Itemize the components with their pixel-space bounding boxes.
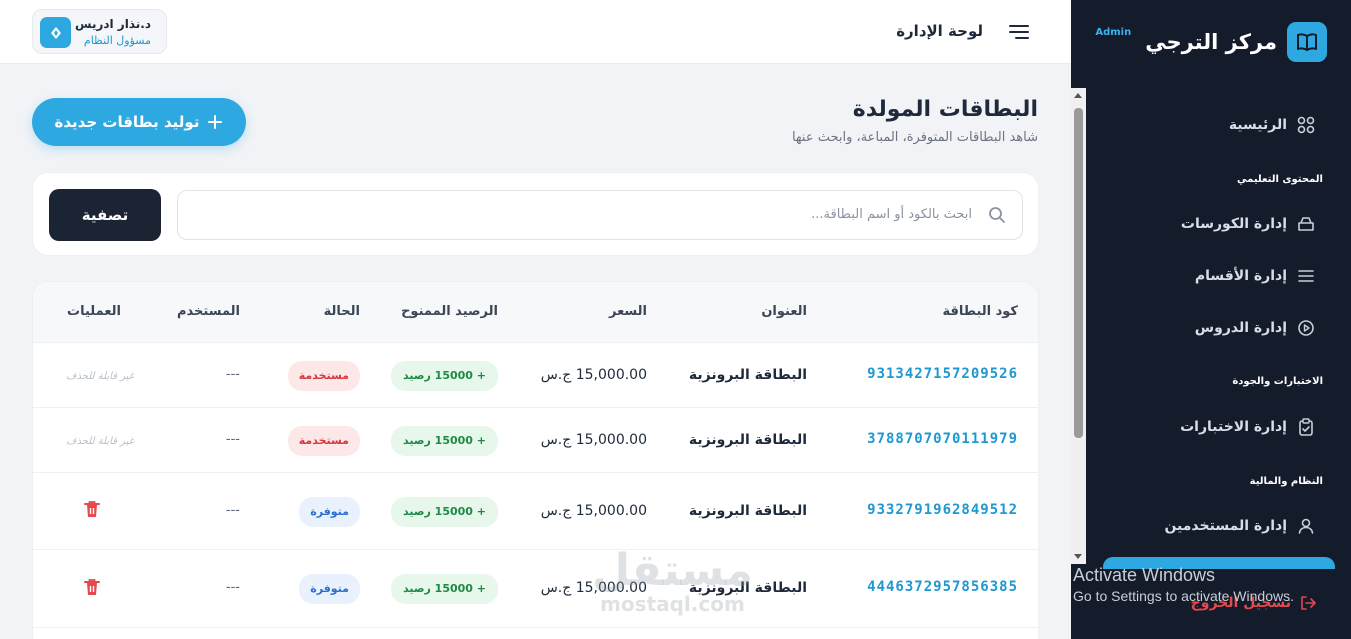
table-header: كود البطاقة العنوان السعر الرصيد الممنوح… [33, 282, 1038, 343]
sidebar-item-lessons[interactable]: إدارة الدروس [1195, 319, 1315, 337]
sidebar-item-courses[interactable]: إدارة الكورسات [1181, 215, 1315, 233]
top-bar: د.نذار ادريس مسؤول النظام لوحة الإدارة [0, 0, 1071, 64]
brand[interactable]: مركز الترجي Admin [1095, 22, 1327, 62]
grid-icon [1297, 116, 1315, 134]
sidebar-item-label: الرئيسية [1228, 117, 1287, 133]
card-user: --- [225, 503, 240, 518]
not-deletable-text: غير قابلة للحذف [66, 436, 134, 447]
sidebar-item-label: إدارة المستخدمين [1164, 518, 1287, 534]
card-user: --- [225, 432, 240, 447]
sidebar-item-users[interactable]: إدارة المستخدمين [1164, 517, 1315, 535]
page-heading: لوحة الإدارة [896, 22, 983, 40]
list-icon [1298, 270, 1314, 282]
table-row: 9332791962849512 البطاقة البرونزية 15,00… [33, 473, 1038, 550]
card-title: البطاقة البرونزية [688, 367, 807, 383]
scroll-up-icon[interactable] [1074, 93, 1082, 98]
active-highlight [1103, 557, 1335, 569]
table-row: 3788707070111979 البطاقة البرونزية 15,00… [33, 408, 1038, 473]
scroll-thumb[interactable] [1074, 108, 1083, 438]
col-status: الحالة [323, 304, 360, 319]
avatar [40, 17, 71, 48]
cards-table: كود البطاقة العنوان السعر الرصيد الممنوح… [32, 281, 1039, 639]
sidebar-item-home[interactable]: الرئيسية [1229, 116, 1315, 134]
card-code[interactable]: 9332791962849512 [867, 502, 1018, 518]
balance-badge: + 15000 رصيد [391, 574, 498, 604]
sidebar-scrollbar[interactable] [1071, 88, 1086, 564]
card-user: --- [225, 580, 240, 595]
generate-cards-button[interactable]: توليد بطاقات جديدة [32, 98, 246, 146]
logout-icon [1301, 596, 1316, 610]
search-input[interactable]: ابحث بالكود أو اسم البطاقة... [177, 190, 1023, 240]
search-placeholder: ابحث بالكود أو اسم البطاقة... [811, 207, 972, 222]
balance-badge: + 15000 رصيد [391, 497, 498, 527]
col-title: العنوان [761, 304, 807, 319]
col-actions: العمليات [67, 304, 121, 319]
trash-icon[interactable] [84, 500, 100, 522]
table-row: 4446372957856385 البطاقة البرونزية 15,00… [33, 550, 1038, 628]
brand-title: مركز الترجي [1145, 30, 1277, 54]
diamond-icon [50, 26, 61, 39]
layers-icon [1298, 217, 1314, 231]
plus-icon [208, 115, 223, 129]
card-price: 15,000.00 ج.س [540, 580, 647, 596]
search-card: ابحث بالكود أو اسم البطاقة... تصفية [32, 172, 1039, 256]
scroll-down-icon[interactable] [1074, 554, 1082, 559]
sidebar-item-label: إدارة الكورسات [1180, 216, 1287, 232]
search-icon [989, 207, 1005, 223]
card-code[interactable]: 3788707070111979 [867, 431, 1018, 447]
user-chip[interactable]: د.نذار ادريس مسؤول النظام [32, 9, 167, 54]
page-subtitle: شاهد البطاقات المتوفرة، المباعة، وابحث ع… [791, 130, 1038, 145]
clipboard-check-icon [1299, 418, 1313, 436]
menu-icon[interactable] [1009, 23, 1029, 45]
users-icon [1298, 518, 1314, 534]
user-role: مسؤول النظام [83, 34, 151, 47]
status-badge: متوفرة [299, 497, 360, 527]
balance-badge: + 15000 رصيد [391, 361, 498, 391]
card-title: البطاقة البرونزية [688, 432, 807, 448]
status-badge: مستخدمة [287, 426, 360, 456]
sidebar-item-exams[interactable]: إدارة الاختبارات [1180, 418, 1315, 436]
col-code: كود البطاقة [942, 304, 1019, 319]
generate-cards-label: توليد بطاقات جديدة [54, 113, 200, 131]
card-price: 15,000.00 ج.س [540, 432, 647, 448]
section-system-finance: النظام والمالية [1249, 476, 1323, 487]
table-row: 9313427157209526 البطاقة البرونزية 15,00… [33, 343, 1038, 408]
col-balance: الرصيد الممنوح [401, 304, 498, 319]
sidebar-item-label: إدارة الدروس [1194, 320, 1287, 336]
trash-icon[interactable] [84, 578, 100, 600]
sidebar-item-label: إدارة الأقسام [1194, 268, 1287, 284]
play-circle-icon [1298, 320, 1314, 336]
logout-button[interactable]: تسجيل الخروج [1191, 594, 1317, 612]
user-name: د.نذار ادريس [74, 17, 151, 31]
card-user: --- [225, 367, 240, 382]
card-title: البطاقة البرونزية [688, 580, 807, 596]
section-educational-content: المحتوى التعليمي [1237, 174, 1323, 185]
card-title: البطاقة البرونزية [688, 503, 807, 519]
page-title: البطاقات المولدة [852, 97, 1038, 122]
logout-label: تسجيل الخروج [1190, 595, 1291, 611]
col-price: السعر [609, 304, 647, 319]
status-badge: متوفرة [299, 574, 360, 604]
admin-badge: Admin [1095, 26, 1132, 38]
col-user: المستخدم [177, 304, 240, 319]
not-deletable-text: غير قابلة للحذف [66, 371, 134, 382]
card-code[interactable]: 4446372957856385 [867, 579, 1018, 595]
balance-badge: + 15000 رصيد [391, 426, 498, 456]
card-price: 15,000.00 ج.س [540, 503, 647, 519]
status-badge: مستخدمة [287, 361, 360, 391]
sidebar: مركز الترجي Admin الرئيسية المحتوى التعل… [1071, 0, 1351, 639]
filter-button[interactable]: تصفية [49, 189, 161, 241]
sidebar-item-sections[interactable]: إدارة الأقسام [1195, 267, 1315, 285]
book-icon [1287, 22, 1327, 62]
section-exams-quality: الاختبارات والجودة [1232, 376, 1323, 387]
card-code[interactable]: 9313427157209526 [867, 366, 1018, 382]
card-price: 15,000.00 ج.س [540, 367, 647, 383]
sidebar-item-label: إدارة الاختبارات [1180, 419, 1287, 435]
